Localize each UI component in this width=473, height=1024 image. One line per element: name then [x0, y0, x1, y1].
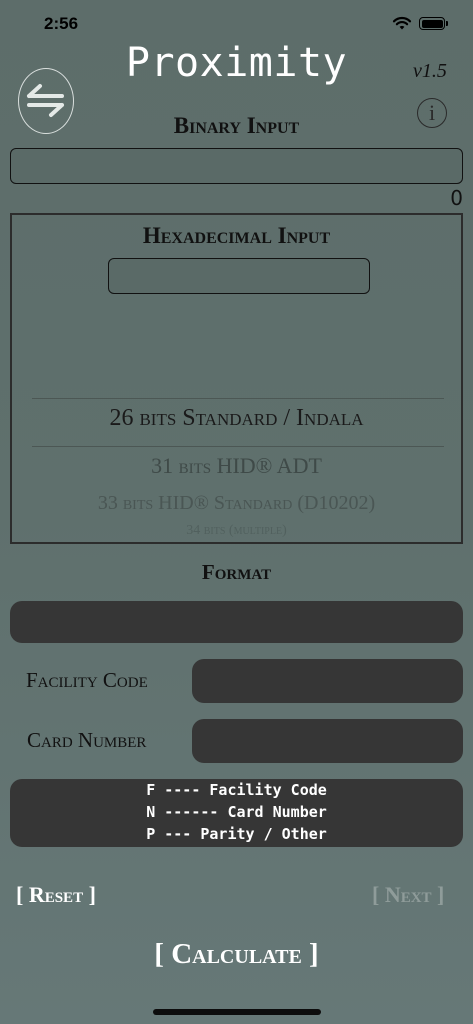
- format-field[interactable]: [10, 601, 463, 643]
- format-picker-option[interactable]: 34 bits (multiple): [12, 523, 461, 539]
- home-indicator: [153, 1009, 321, 1015]
- legend-line: F ---- Facility Code: [146, 781, 327, 799]
- status-time: 2:56: [44, 14, 79, 33]
- reset-button[interactable]: [ Reset ]: [16, 882, 96, 908]
- legend-line: P --- Parity / Other: [146, 825, 327, 843]
- picker-separator-bottom: [32, 446, 444, 447]
- binary-bit-count: 0: [450, 186, 463, 210]
- hex-input-label: Hexadecimal Input: [142, 223, 331, 248]
- version-label: v1.5: [413, 60, 447, 82]
- bit-legend: F ---- Facility Code N ------ Card Numbe…: [10, 779, 463, 847]
- battery-icon: [419, 17, 448, 30]
- card-number-label: Card Number: [27, 728, 147, 752]
- picker-separator-top: [32, 398, 444, 399]
- wifi-icon: [392, 16, 412, 30]
- hex-input[interactable]: [108, 258, 370, 294]
- card-number-field[interactable]: [192, 719, 463, 763]
- format-picker-option[interactable]: 31 bits HID® ADT: [12, 453, 461, 479]
- calculate-button[interactable]: [ Calculate ]: [0, 938, 473, 971]
- facility-code-field[interactable]: [192, 659, 463, 703]
- binary-input-label: Binary Input: [173, 113, 300, 138]
- facility-code-label: Facility Code: [26, 668, 148, 692]
- hex-panel: Hexadecimal Input 26 bits Standard / Ind…: [10, 213, 463, 544]
- format-picker-option[interactable]: 33 bits HID® Standard (D10202): [12, 492, 461, 515]
- next-button[interactable]: [ Next ]: [372, 882, 444, 908]
- legend-line: N ------ Card Number: [146, 803, 327, 821]
- format-picker-option[interactable]: 26 bits Standard / Indala: [12, 405, 461, 432]
- binary-input[interactable]: [10, 148, 463, 184]
- format-label: Format: [201, 560, 272, 584]
